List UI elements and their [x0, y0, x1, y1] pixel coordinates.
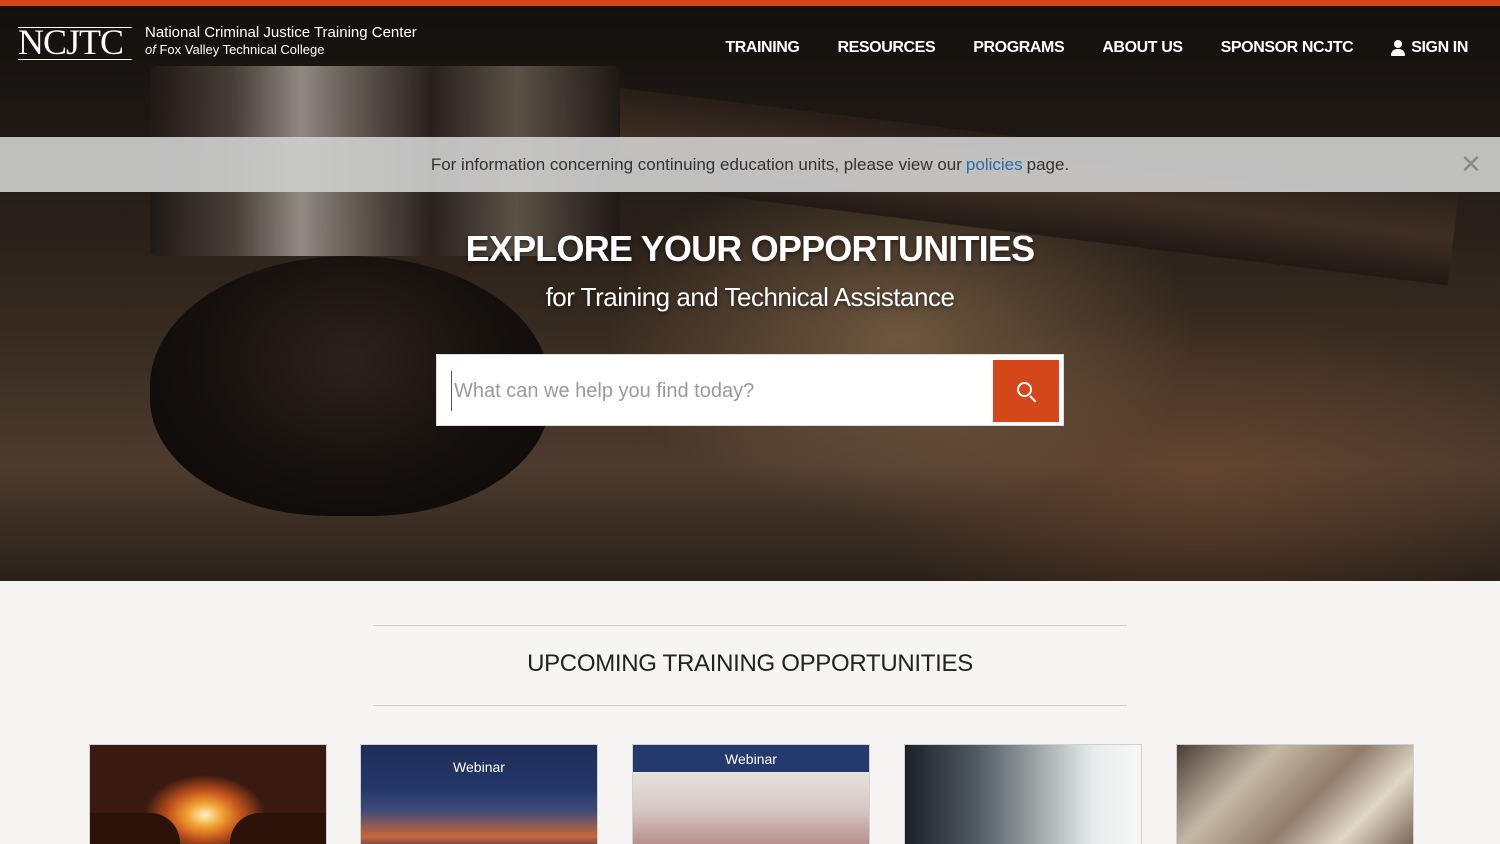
main-nav: TRAINING RESOURCES PROGRAMS ABOUT US SPO…	[687, 36, 1468, 60]
close-icon[interactable]: ✕	[1458, 151, 1484, 177]
section-divider-top	[373, 625, 1127, 626]
ncjtc-logo[interactable]: NCJTC	[18, 24, 132, 60]
upcoming-section-title: UPCOMING TRAINING OPPORTUNITIES	[527, 650, 973, 677]
logo-text: NCJTC	[18, 22, 124, 62]
org-sub-prefix: of	[145, 42, 156, 57]
search-input[interactable]	[451, 371, 981, 411]
nav-about-us[interactable]: ABOUT US	[1102, 36, 1183, 60]
training-card[interactable]	[904, 744, 1142, 844]
sign-in-link[interactable]: SIGN IN	[1391, 36, 1468, 60]
puzzle-piece-right	[230, 813, 326, 844]
user-icon	[1391, 40, 1406, 56]
training-card[interactable]	[89, 744, 327, 844]
puzzle-piece-left	[90, 813, 180, 844]
org-subtitle: of Fox Valley Technical College	[145, 42, 324, 58]
notice-text: For information concerning continuing ed…	[430, 154, 962, 174]
webinar-badge: Webinar	[725, 751, 777, 767]
webinar-badge: Webinar	[453, 759, 505, 775]
notice-text-end: page.	[1026, 154, 1070, 174]
hero-subtitle: for Training and Technical Assistance	[545, 282, 955, 312]
nav-sponsor[interactable]: SPONSOR NCJTC	[1221, 36, 1354, 60]
logo-top-rule	[18, 27, 132, 28]
nav-programs[interactable]: PROGRAMS	[973, 36, 1064, 60]
nav-resources[interactable]: RESOURCES	[837, 36, 935, 60]
nav-training[interactable]: TRAINING	[725, 36, 800, 60]
org-name: National Criminal Justice Training Cente…	[145, 24, 417, 41]
training-card[interactable]	[1176, 744, 1414, 844]
org-sub-name: Fox Valley Technical College	[159, 42, 325, 57]
search-button[interactable]	[993, 360, 1059, 422]
search-bar	[436, 354, 1064, 426]
site-header: NCJTC National Criminal Justice Training…	[0, 6, 1500, 91]
policies-link[interactable]: policies	[966, 155, 1023, 175]
training-card[interactable]: Webinar	[632, 744, 870, 844]
sign-in-label: SIGN IN	[1411, 39, 1468, 56]
training-card[interactable]: Webinar	[360, 744, 598, 844]
hero-title: EXPLORE YOUR OPPORTUNITIES	[465, 228, 1035, 269]
notice-banner: For information concerning continuing ed…	[0, 137, 1500, 192]
section-divider-bottom	[373, 705, 1127, 706]
logo-bottom-rule	[18, 59, 132, 60]
